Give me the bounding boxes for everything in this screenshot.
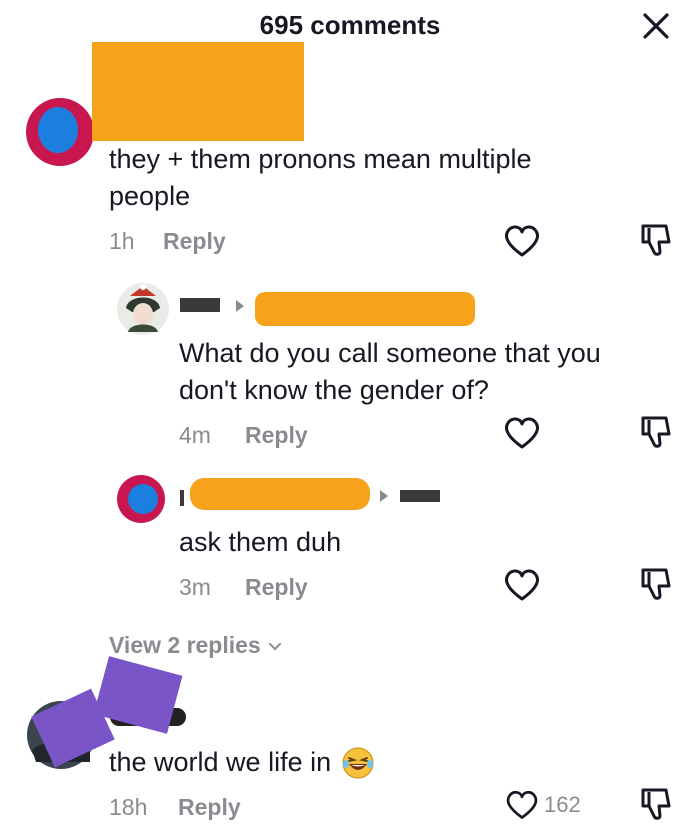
heart-icon[interactable]	[502, 786, 542, 822]
redacted-username	[190, 478, 370, 510]
heart-icon[interactable]	[500, 564, 544, 604]
avatar[interactable]	[24, 96, 96, 168]
chevron-down-icon	[268, 642, 281, 650]
comment-time: 18h	[109, 794, 148, 820]
redacted-username	[255, 292, 475, 326]
heart-icon[interactable]	[500, 220, 544, 260]
avatar[interactable]	[116, 282, 170, 336]
thumbs-down-icon[interactable]	[636, 220, 676, 260]
like-count: 162	[544, 792, 581, 817]
reply-button[interactable]: Reply	[245, 574, 308, 601]
comment-text-row: the world we life in	[109, 744, 375, 781]
comment-text-line2: don't know the gender of?	[179, 375, 489, 405]
emoji-laughing-icon	[341, 746, 375, 780]
redacted-username	[400, 490, 440, 502]
comment-text-line2: people	[109, 181, 191, 211]
view-replies-label: View 2 replies	[109, 632, 261, 658]
comments-count-title: 695 comments	[259, 10, 441, 40]
heart-icon[interactable]	[500, 412, 544, 452]
close-icon[interactable]	[636, 6, 676, 46]
redacted-username	[180, 490, 184, 506]
thumbs-down-icon[interactable]	[636, 564, 676, 604]
thumbs-down-icon[interactable]	[636, 784, 676, 824]
comment-time: 4m	[179, 422, 211, 448]
comment-time: 3m	[179, 574, 211, 600]
comment-text: ask them duh	[179, 527, 342, 557]
reply-button[interactable]: Reply	[245, 422, 308, 449]
redacted-username	[180, 298, 220, 312]
reply-button[interactable]: Reply	[178, 794, 241, 821]
avatar[interactable]	[116, 474, 166, 524]
thumbs-down-icon[interactable]	[636, 412, 676, 452]
redacted-username	[92, 42, 304, 141]
comment-text: What do you call someone that you	[179, 338, 601, 368]
reply-button[interactable]: Reply	[163, 228, 226, 255]
reply-arrow-icon	[380, 490, 388, 502]
view-replies-button[interactable]: View 2 replies	[109, 632, 283, 659]
comment-text: they + them pronons mean multiple	[109, 144, 532, 174]
reply-arrow-icon	[236, 300, 244, 312]
comment-time: 1h	[109, 228, 135, 254]
comment-text: the world we life in	[109, 747, 332, 777]
